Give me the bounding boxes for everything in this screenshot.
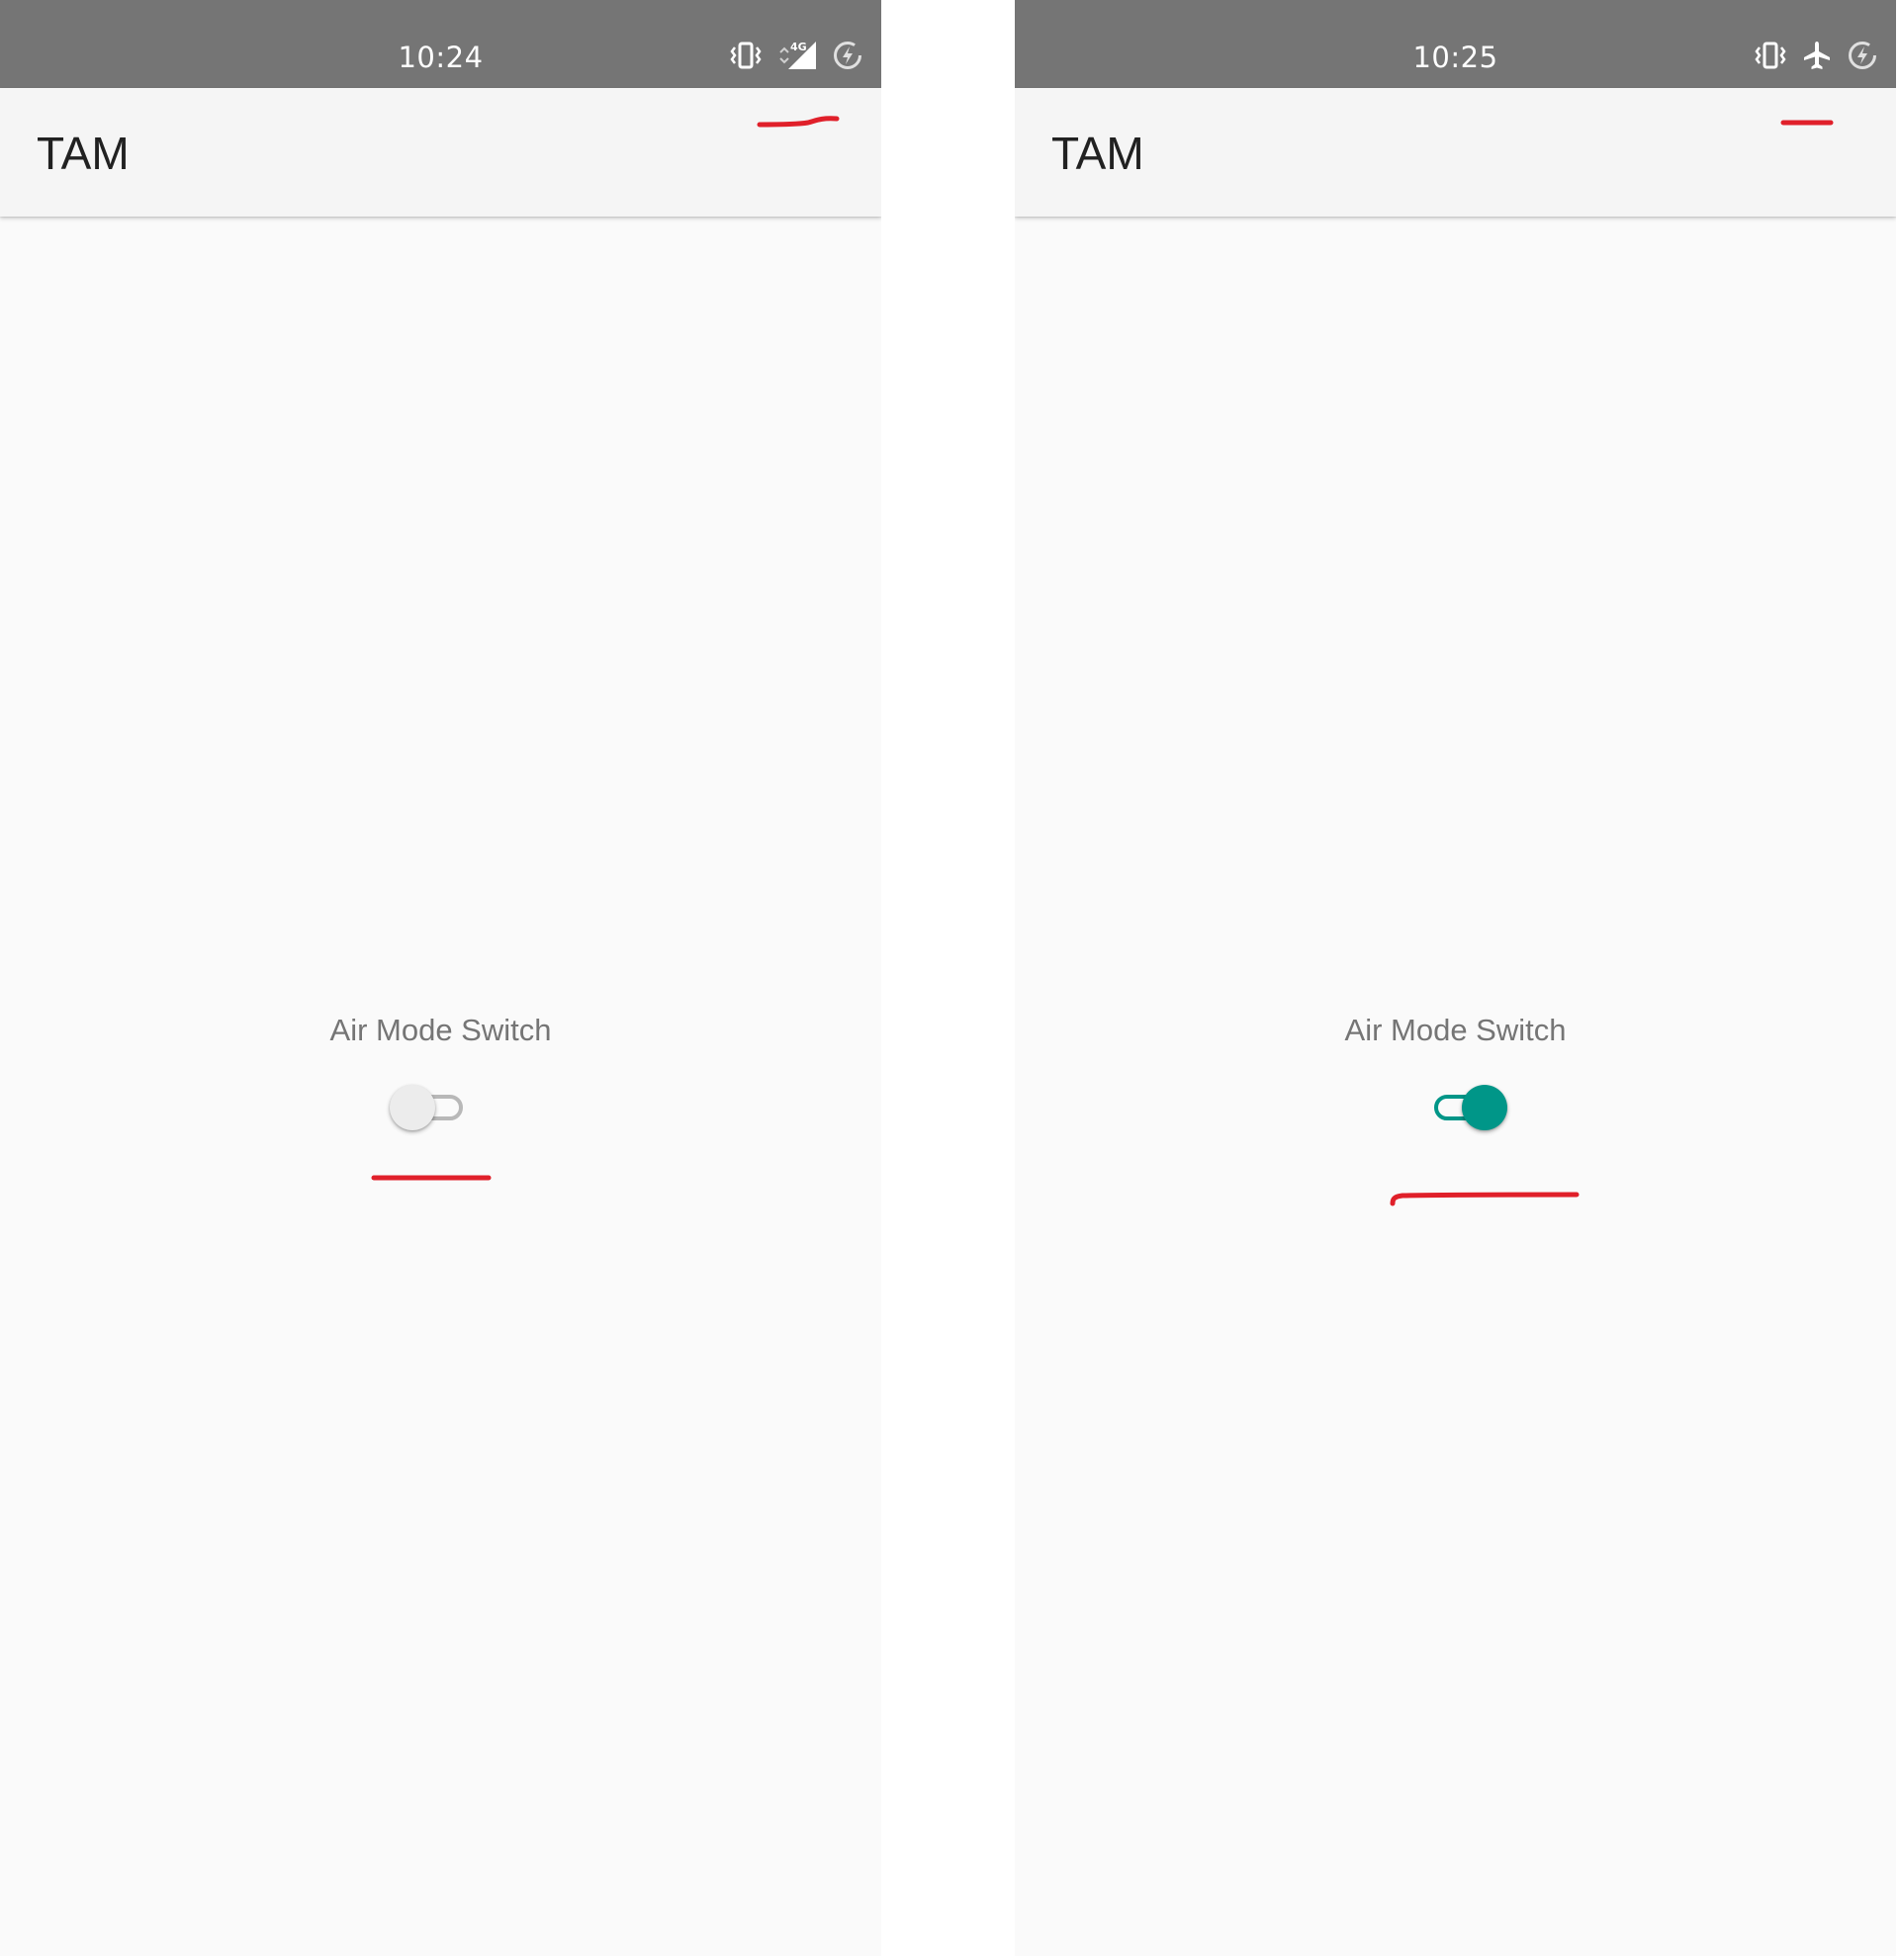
- switch-thumb: [1462, 1085, 1507, 1130]
- annotation-underline-switch: [1390, 1192, 1580, 1206]
- airplane-icon: [1801, 40, 1833, 71]
- status-icons: [1754, 36, 1878, 75]
- switch-thumb: [390, 1085, 435, 1130]
- app-title: TAM: [37, 128, 130, 179]
- app-title: TAM: [1051, 128, 1144, 179]
- air-mode-label: Air Mode Switch: [329, 1013, 552, 1047]
- annotation-underline-switch: [371, 1175, 492, 1181]
- air-mode-label: Air Mode Switch: [1344, 1013, 1567, 1047]
- status-icons: 4G: [729, 36, 863, 75]
- air-mode-switch[interactable]: [390, 1080, 475, 1135]
- air-mode-switch[interactable]: [1424, 1080, 1509, 1135]
- signal-4g-icon: 4G: [776, 40, 818, 71]
- network-label: 4G: [790, 41, 807, 53]
- vibrate-icon: [729, 41, 763, 70]
- app-bar: TAM: [1015, 88, 1896, 217]
- vibrate-icon: [1754, 41, 1787, 70]
- status-bar: 10:25: [1015, 0, 1896, 88]
- status-bar: 10:24 4G: [0, 0, 881, 88]
- phone-screen-after: 10:25 TAM Air Mode Switch: [1015, 0, 1896, 1956]
- app-bar: TAM: [0, 88, 881, 217]
- phone-screen-before: 10:24 4G TAM Air Mode Switch: [0, 0, 881, 1956]
- data-saver-icon: [1847, 40, 1878, 71]
- data-saver-icon: [832, 40, 863, 71]
